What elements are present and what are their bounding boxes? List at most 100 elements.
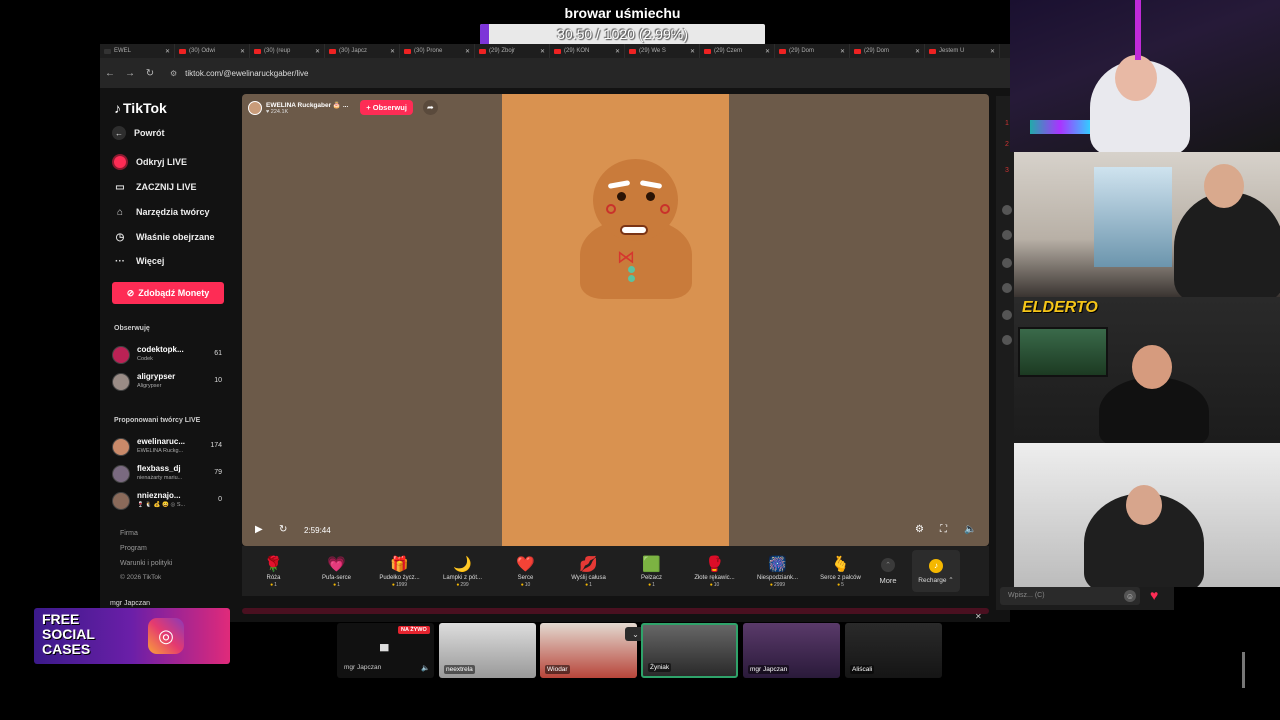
suggested-user[interactable]: nnieznajo... 🍷 🐧 💰 😀 ◎ S... 0 [112,490,224,512]
chat-avatar [1002,205,1012,215]
speaker-icon[interactable]: 🔈 [421,664,430,672]
chat-input[interactable]: Wpisz... (C) [1000,587,1140,605]
ad-line: CASES [42,641,91,657]
gift-item[interactable]: 🌙Lampki z pót...299 [431,546,494,596]
play-icon[interactable]: ▶ [255,524,263,535]
goal-progress-bar: 30.50 / 1020 (2.99%) [480,24,765,45]
gingerbread-cheek [606,204,616,214]
reload-icon[interactable]: ↻ [140,68,160,79]
close-tab-icon[interactable]: ✕ [990,48,995,55]
call-tile[interactable]: Wiodar [540,623,637,678]
user-name: aligrypser [137,372,176,381]
call-tile[interactable]: neextrela [439,623,536,678]
sidebar-item-creator-tools[interactable]: ⌂ Narzędzia twórcy [112,204,210,220]
browser-tab[interactable]: (30) (reup ✕ [250,44,325,58]
gift-icon: 🌹 [264,555,283,573]
user-name: nnieznajo... [137,491,181,500]
host-avatar[interactable] [248,100,262,115]
get-coins-button[interactable]: ⊘ Zdobądź Monety [112,282,224,304]
close-tab-icon[interactable]: ✕ [240,48,245,55]
close-tab-icon[interactable]: ✕ [840,48,845,55]
person-head [1126,485,1162,525]
site-info-icon[interactable]: ⚙ [170,69,177,78]
sidebar-item-discover-live[interactable]: Odkryj LIVE [112,154,187,170]
following-user[interactable]: aligrypser Aligrypser 10 [112,371,224,393]
goal-progress-text: 30.50 / 1020 (2.99%) [557,26,688,42]
sidebar-item-recently-watched[interactable]: ◷ Właśnie obejrzane [112,229,215,245]
browser-tab[interactable]: (29) Czem ✕ [700,44,775,58]
youtube-icon [779,48,786,54]
close-tab-icon[interactable]: ✕ [915,48,920,55]
browser-tab[interactable]: (29) Dom ✕ [775,44,850,58]
close-tab-icon[interactable]: ✕ [315,48,320,55]
free-social-cases-ad[interactable]: FREE SOCIAL CASES ◎ [34,608,230,664]
close-icon[interactable]: ✕ [975,612,982,621]
call-tile[interactable]: Żyniak [641,623,738,678]
following-user[interactable]: codektopk... Codek 61 [112,344,224,366]
live-player[interactable]: ⋈ EWELINA Ruckgaber 🎂 ... ♥ 224.1K + Obs… [242,94,989,546]
gifts-more-button[interactable]: ⌃ More [872,546,904,596]
tiktok-logo[interactable]: ♪ TikTok [114,100,167,116]
sidebar-item-more[interactable]: ··· Więcej [112,253,164,269]
suggested-user[interactable]: ewelinaruc... EWELINA Ruckg... 174 [112,436,224,458]
call-tile[interactable]: Aliścali [845,623,942,678]
forward-arrow-icon[interactable]: → [120,68,140,79]
tab-label: (29) We S [639,48,666,54]
browser-tab[interactable]: (30) Prone ✕ [400,44,475,58]
gift-name: Pufa-serce [321,574,351,581]
url-field[interactable]: ⚙ tiktok.com/@ewelinaruckgaber/live [170,69,308,78]
browser-tab[interactable]: (29) We S ✕ [625,44,700,58]
close-tab-icon[interactable]: ✕ [765,48,770,55]
footer-link-terms[interactable]: Warunki i polityki [120,560,172,567]
refresh-icon[interactable]: ↻ [279,524,287,535]
live-video[interactable]: ⋈ [502,94,729,546]
close-tab-icon[interactable]: ✕ [390,48,395,55]
scroll-indicator[interactable] [1242,652,1245,688]
gingerbread-cheek [660,204,670,214]
browser-tab[interactable]: (30) Japcz ✕ [325,44,400,58]
gift-item[interactable]: 🌹Róża1 [242,546,305,596]
browser-tab[interactable]: (29) KON ✕ [550,44,625,58]
host-name[interactable]: EWELINA Ruckgaber 🎂 ... [266,101,348,109]
suggested-user[interactable]: flexbass_dj nienażarty mariu... 79 [112,463,224,485]
gift-item[interactable]: 🎁Pudełko życz...1999 [368,546,431,596]
recharge-button[interactable]: ♪ Recharge ⌃ [912,550,960,592]
back-arrow-icon[interactable]: ← [100,68,120,79]
close-tab-icon[interactable]: ✕ [165,48,170,55]
footer-link-program[interactable]: Program [120,545,147,552]
emoji-icon[interactable]: ☺ [1124,590,1136,602]
keyboard-glow [1030,120,1090,134]
coin-icon: ⊘ [126,287,135,298]
gift-icon: 🌙 [453,555,472,573]
browser-tab[interactable]: Jestem U ✕ [925,44,1000,58]
sidebar-item-start-live[interactable]: ▭ ZACZNIJ LIVE [112,179,196,195]
gift-item[interactable]: 🟩Pełzacz1 [620,546,683,596]
close-tab-icon[interactable]: ✕ [540,48,545,55]
close-tab-icon[interactable]: ✕ [690,48,695,55]
user-name: codektopk... [137,345,184,354]
gingerbread-mouth [620,225,648,235]
sidebar-item-back[interactable]: ← Powrót [112,126,165,140]
browser-tab[interactable]: (29) Zbojr ✕ [475,44,550,58]
gift-item[interactable]: 🥊Złote rękawic...10 [683,546,746,596]
gift-item[interactable]: 💗Pufa-serce1 [305,546,368,596]
footer-link-company[interactable]: Firma [120,530,138,537]
volume-icon[interactable]: 🔈 [964,524,976,535]
gift-item[interactable]: 🫰Serce z palców5 [809,546,872,596]
call-tile[interactable]: mgr Japczan [743,623,840,678]
gift-item[interactable]: ❤️Serce10 [494,546,557,596]
gift-item[interactable]: 💋Wyślij całusa1 [557,546,620,596]
share-icon[interactable]: ➦ [422,100,438,115]
gift-name: Serce z palców [820,574,861,581]
settings-icon[interactable]: ⚙ [915,524,924,535]
follow-button[interactable]: + Obserwuj [360,100,413,115]
browser-tab[interactable]: EWEL ✕ [100,44,175,58]
fullscreen-icon[interactable]: ⛶ [940,524,947,535]
close-tab-icon[interactable]: ✕ [465,48,470,55]
browser-tab[interactable]: (30) Odwi ✕ [175,44,250,58]
gift-item[interactable]: 🎆Niespodziank...2999 [746,546,809,596]
heart-icon[interactable]: ♥ [1150,587,1158,603]
user-name: ewelinaruc... [137,437,186,446]
browser-tab[interactable]: (29) Dom ✕ [850,44,925,58]
close-tab-icon[interactable]: ✕ [615,48,620,55]
